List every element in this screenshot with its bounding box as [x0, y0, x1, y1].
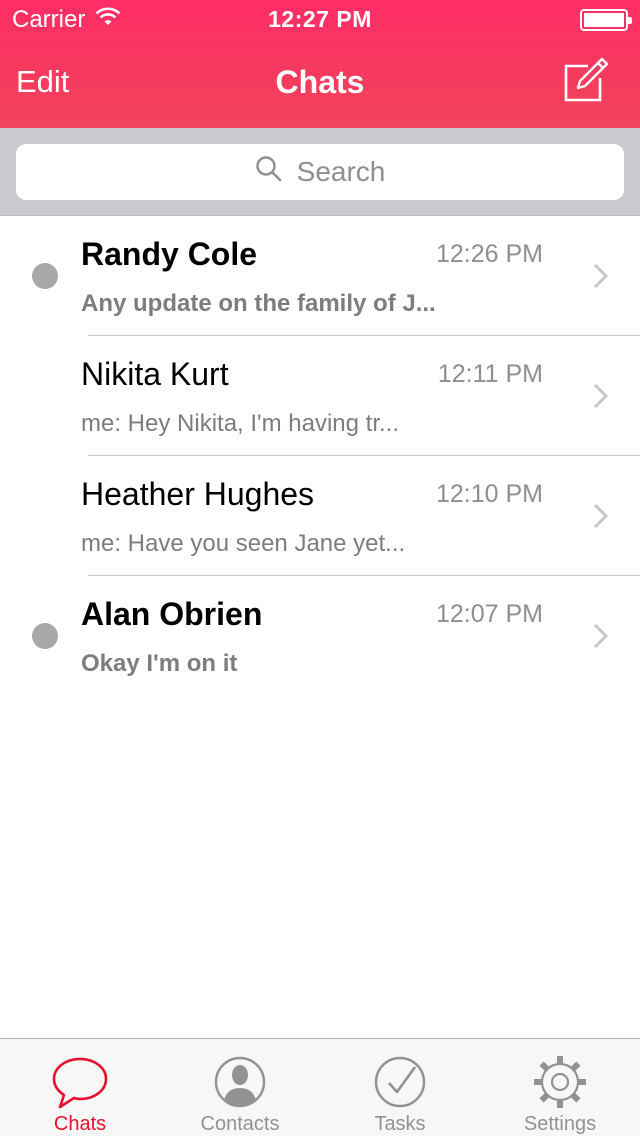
chevron-right-icon	[592, 262, 610, 290]
chevron-right-icon	[592, 382, 610, 410]
chat-list: Randy Cole 12:26 PM Any update on the fa…	[0, 216, 640, 696]
tab-label: Settings	[523, 1113, 597, 1135]
chat-name: Heather Hughes	[81, 476, 315, 512]
chevron-right-icon	[592, 502, 610, 530]
battery-icon	[580, 9, 632, 31]
search-placeholder: Search	[296, 156, 386, 187]
compose-icon[interactable]	[560, 56, 610, 106]
search-bar: Search	[0, 128, 640, 216]
chat-preview: me: Have you seen Jane yet...	[81, 530, 406, 557]
gear-icon	[529, 1051, 591, 1113]
tab-settings[interactable]: Settings	[480, 1039, 640, 1136]
chat-bubble-icon	[49, 1051, 111, 1113]
chat-time: 12:26 PM	[435, 240, 543, 268]
chat-row-randy-cole[interactable]: Randy Cole 12:26 PM Any update on the fa…	[0, 216, 640, 336]
search-icon	[255, 155, 283, 190]
chevron-right-icon	[592, 622, 610, 650]
chat-row-alan-obrien[interactable]: Alan Obrien 12:07 PM Okay I'm on it	[0, 576, 640, 696]
chat-name: Nikita Kurt	[81, 356, 229, 392]
tab-contacts[interactable]: Contacts	[160, 1039, 320, 1136]
chat-time: 12:11 PM	[437, 360, 543, 388]
tab-bar: Chats Contacts Tasks Settings	[0, 1038, 640, 1136]
chat-preview: Any update on the family of J...	[81, 290, 436, 317]
tab-tasks[interactable]: Tasks	[320, 1039, 480, 1136]
chat-preview: Okay I'm on it	[81, 650, 238, 677]
tab-chats[interactable]: Chats	[0, 1039, 160, 1136]
chat-time: 12:10 PM	[435, 480, 543, 508]
chat-row-nikita-kurt[interactable]: Nikita Kurt 12:11 PM me: Hey Nikita, I'm…	[0, 336, 640, 456]
search-input[interactable]: Search	[16, 144, 624, 200]
status-bar: Carrier 12:27 PM	[0, 0, 640, 40]
chat-name: Alan Obrien	[81, 596, 263, 632]
unread-indicator	[32, 263, 58, 289]
chat-preview: me: Hey Nikita, I'm having tr...	[81, 410, 400, 437]
status-time: 12:27 PM	[268, 6, 372, 32]
person-icon	[209, 1051, 271, 1113]
unread-indicator	[32, 623, 58, 649]
tab-label: Chats	[53, 1113, 107, 1135]
page-title: Chats	[275, 64, 365, 100]
header: Carrier 12:27 PM Edit Chats	[0, 0, 640, 128]
checkmark-icon	[369, 1051, 431, 1113]
chat-name: Randy Cole	[81, 236, 258, 272]
tab-label: Contacts	[200, 1113, 280, 1135]
chat-row-heather-hughes[interactable]: Heather Hughes 12:10 PM me: Have you see…	[0, 456, 640, 576]
tab-label: Tasks	[374, 1113, 426, 1135]
nav-bar: Edit Chats	[0, 40, 640, 128]
chat-time: 12:07 PM	[435, 600, 543, 628]
